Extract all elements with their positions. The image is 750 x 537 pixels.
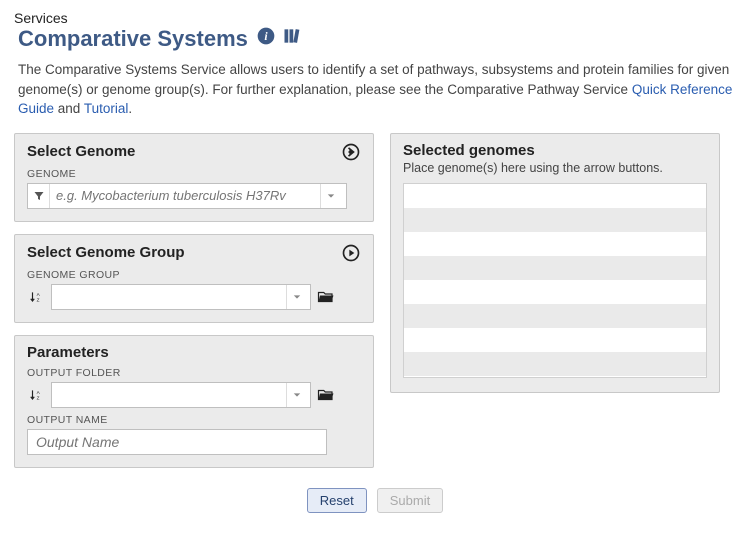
genome-group-input[interactable] bbox=[52, 285, 286, 309]
selected-genomes-hint: Place genome(s) here using the arrow but… bbox=[403, 161, 707, 175]
filter-icon[interactable] bbox=[28, 184, 50, 208]
list-item bbox=[404, 328, 706, 352]
list-item bbox=[404, 208, 706, 232]
form-actions: Reset Submit bbox=[14, 488, 736, 513]
page-title: Comparative Systems i bbox=[18, 26, 736, 52]
select-genome-group-panel: Select Genome Group GENOME GROUP AZ bbox=[14, 234, 374, 323]
intro-part1: The Comparative Systems Service allows u… bbox=[18, 62, 729, 97]
folder-open-icon-2[interactable] bbox=[317, 384, 335, 406]
breadcrumb: Services bbox=[14, 10, 736, 26]
output-name-input[interactable] bbox=[27, 429, 327, 455]
svg-text:Z: Z bbox=[37, 395, 40, 400]
reference-icon[interactable] bbox=[282, 26, 302, 52]
output-folder-dropdown-caret[interactable] bbox=[286, 383, 306, 407]
output-folder-label: OUTPUT FOLDER bbox=[27, 367, 361, 379]
selected-genomes-title: Selected genomes bbox=[403, 142, 707, 159]
intro-part2: and bbox=[54, 101, 84, 116]
selected-genomes-panel: Selected genomes Place genome(s) here us… bbox=[390, 133, 720, 393]
select-genome-panel: Select Genome GENOME bbox=[14, 133, 374, 222]
output-folder-input[interactable] bbox=[52, 383, 286, 407]
select-genome-group-title: Select Genome Group bbox=[27, 244, 185, 261]
reset-button[interactable]: Reset bbox=[307, 488, 367, 513]
submit-button[interactable]: Submit bbox=[377, 488, 443, 513]
svg-text:Z: Z bbox=[37, 297, 40, 302]
title-text: Comparative Systems bbox=[18, 26, 248, 52]
list-item bbox=[404, 280, 706, 304]
genome-input[interactable] bbox=[50, 184, 320, 208]
genome-group-dropdown-caret[interactable] bbox=[286, 285, 306, 309]
output-name-label: OUTPUT NAME bbox=[27, 414, 361, 426]
svg-text:A: A bbox=[37, 390, 41, 395]
parameters-title: Parameters bbox=[27, 344, 109, 361]
list-item bbox=[404, 256, 706, 280]
sort-az-icon-2[interactable]: AZ bbox=[27, 384, 45, 406]
list-item bbox=[404, 304, 706, 328]
intro-part3: . bbox=[128, 101, 132, 116]
intro-text: The Comparative Systems Service allows u… bbox=[18, 60, 736, 119]
parameters-panel: Parameters OUTPUT FOLDER AZ OUTPUT NAME bbox=[14, 335, 374, 468]
add-genome-group-button[interactable] bbox=[341, 243, 361, 263]
genome-dropdown-caret[interactable] bbox=[320, 184, 340, 208]
list-item bbox=[404, 352, 706, 376]
genome-group-label: GENOME GROUP bbox=[27, 269, 361, 281]
tutorial-link[interactable]: Tutorial bbox=[84, 101, 129, 116]
genome-label: GENOME bbox=[27, 168, 361, 180]
svg-text:A: A bbox=[37, 292, 41, 297]
sort-az-icon[interactable]: AZ bbox=[27, 286, 45, 308]
folder-open-icon[interactable] bbox=[317, 286, 335, 308]
add-genome-button[interactable] bbox=[341, 142, 361, 162]
selected-genomes-list[interactable] bbox=[403, 183, 707, 378]
list-item bbox=[404, 232, 706, 256]
select-genome-title: Select Genome bbox=[27, 143, 135, 160]
list-item bbox=[404, 184, 706, 208]
info-icon[interactable]: i bbox=[256, 26, 276, 52]
